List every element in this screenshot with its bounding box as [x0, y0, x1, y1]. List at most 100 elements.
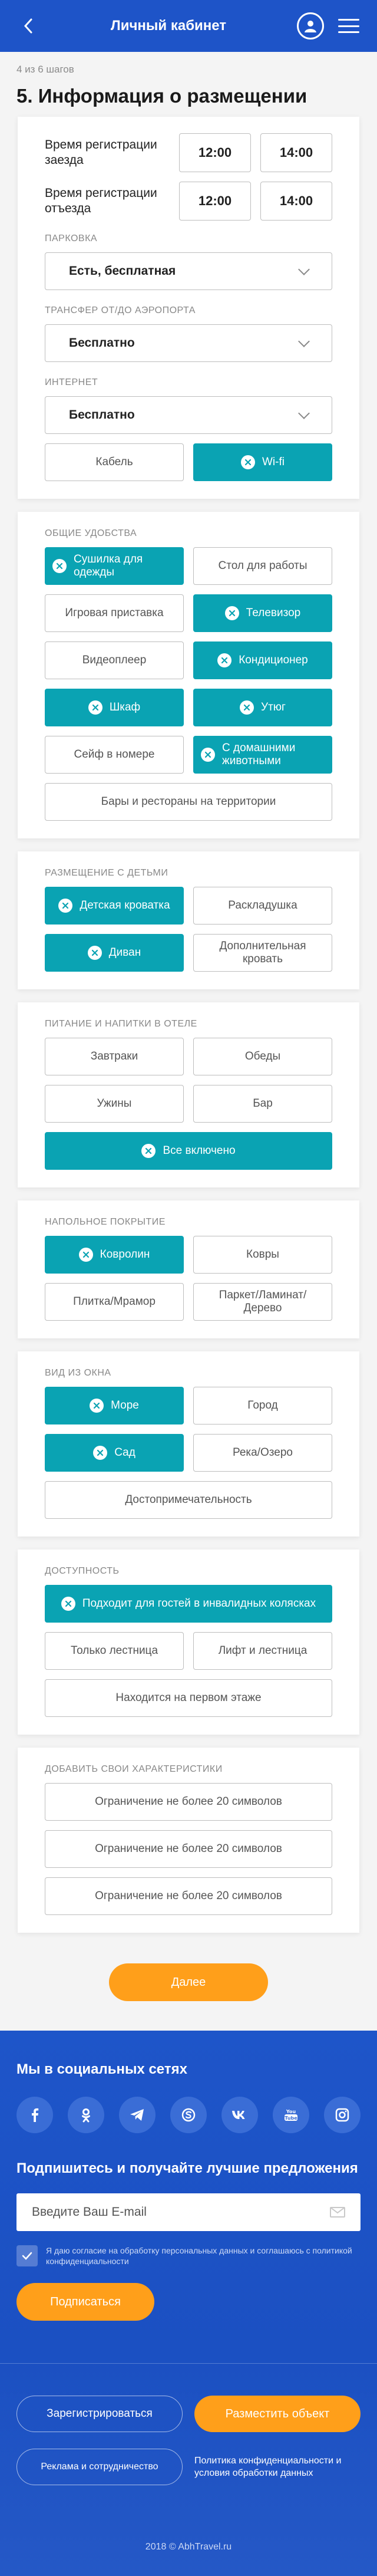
food-option[interactable]: Все включено: [45, 1132, 332, 1170]
amenities-option[interactable]: Сейф в номере: [45, 736, 184, 774]
instagram-icon: [335, 2108, 349, 2122]
amenities-option[interactable]: С домашними животными: [193, 736, 332, 774]
amenities-option[interactable]: Телевизор: [193, 594, 332, 632]
children-options: Детская кроватка Раскладушка Диван Дополнит…: [45, 887, 332, 972]
view-option[interactable]: Море: [45, 1387, 184, 1424]
checkin-label: Время регистрации заезда: [45, 138, 157, 167]
option-label: Стол для работы: [218, 560, 307, 572]
view-option[interactable]: Город: [193, 1387, 332, 1424]
back-button[interactable]: [16, 14, 40, 38]
floor-option[interactable]: Ковролин: [45, 1236, 184, 1274]
amenities-option[interactable]: Видеоплеер: [45, 641, 184, 679]
mail-icon: [330, 2207, 345, 2218]
internet-select[interactable]: Бесплатно: [45, 396, 332, 434]
option-label: Плитка/Мрамор: [73, 1295, 156, 1308]
view-option[interactable]: Сад: [45, 1434, 184, 1472]
youtube-icon: You Tube: [285, 2109, 297, 2121]
view-option[interactable]: Достопримечательность: [45, 1481, 332, 1519]
internet-option[interactable]: Wi-fi: [193, 443, 332, 481]
option-label: Кондиционер: [239, 654, 308, 666]
amenities-option[interactable]: Стол для работы: [193, 547, 332, 585]
remove-icon: [87, 946, 102, 960]
floor-option[interactable]: Ковры: [193, 1236, 332, 1274]
floor-option[interactable]: Паркет/Ламинат/ Дерево: [193, 1283, 332, 1321]
check-icon: [22, 2252, 32, 2260]
custom-input[interactable]: Ограничение не более 20 символов: [45, 1877, 332, 1915]
consent-checkbox[interactable]: [16, 2245, 38, 2266]
subscribe-button[interactable]: Подписаться: [16, 2283, 154, 2321]
remove-icon: [78, 1248, 93, 1262]
checkout-label: Время регистрации отъезда: [45, 186, 157, 215]
checkout-to-field[interactable]: 14:00: [260, 182, 332, 221]
view-label: ВИД ИЗ ОКНА: [45, 1368, 111, 1378]
menu-line: [338, 19, 359, 21]
amenities-option[interactable]: Кондиционер: [193, 641, 332, 679]
option-label: Детская кроватка: [80, 899, 170, 912]
children-option[interactable]: Дополнительная кровать: [193, 934, 332, 972]
remove-icon: [217, 653, 232, 667]
chevron-left-icon: [24, 18, 32, 34]
page-title: 5. Информация о размещении: [16, 85, 307, 107]
ads-button[interactable]: Реклама и сотрудничество: [16, 2449, 183, 2485]
place-object-button[interactable]: Разместить объект: [194, 2396, 361, 2432]
view-option[interactable]: Река/Озеро: [193, 1434, 332, 1472]
checkin-from-field[interactable]: 12:00: [179, 133, 251, 172]
children-option[interactable]: Детская кроватка: [45, 887, 184, 925]
transfer-select[interactable]: Бесплатно: [45, 324, 332, 362]
children-label: РАЗМЕЩЕНИЕ С ДЕТЬМИ: [45, 868, 168, 878]
checkin-to-field[interactable]: 14:00: [260, 133, 332, 172]
checkin-row: Время регистрации заезда 12:00 14:00: [45, 133, 332, 172]
card-children: РАЗМЕЩЕНИЕ С ДЕТЬМИ Детская кроватка Раск…: [18, 851, 359, 989]
amenities-option[interactable]: Сушилка для одежды: [45, 547, 184, 585]
instagram-link[interactable]: [324, 2097, 361, 2133]
amenities-option[interactable]: Бары и рестораны на территории: [45, 783, 332, 821]
children-option[interactable]: Диван: [45, 934, 184, 972]
card-food: ПИТАНИЕ И НАПИТКИ В ОТЕЛЕ Завтраки Обеды У…: [18, 1002, 359, 1187]
accessibility-option[interactable]: Лифт и лестница: [193, 1632, 332, 1670]
copyright: 2018 © AbhTravel.ru: [145, 2542, 232, 2552]
menu-button[interactable]: [337, 14, 361, 38]
custom-input[interactable]: Ограничение не более 20 символов: [45, 1783, 332, 1821]
user-button[interactable]: [296, 12, 324, 40]
option-label: Дополнительная кровать: [219, 940, 306, 965]
floor-option[interactable]: Плитка/Мрамор: [45, 1283, 184, 1321]
option-label: Кабель: [95, 456, 133, 468]
custom-label: ДОБАВИТЬ СВОИ ХАРАКТЕРИСТИКИ: [45, 1764, 223, 1774]
amenities-option[interactable]: Шкаф: [45, 689, 184, 726]
food-option[interactable]: Завтраки: [45, 1038, 184, 1075]
checkout-from-field[interactable]: 12:00: [179, 182, 251, 221]
option-label: Бар: [253, 1097, 273, 1110]
accessibility-option[interactable]: Находится на первом этаже: [45, 1679, 332, 1717]
food-option[interactable]: Обеды: [193, 1038, 332, 1075]
custom-input[interactable]: Ограничение не более 20 символов: [45, 1830, 332, 1868]
telegram-link[interactable]: [119, 2097, 156, 2133]
facebook-link[interactable]: [16, 2097, 53, 2133]
skype-link[interactable]: [170, 2097, 207, 2133]
amenities-option[interactable]: Игровая приставка: [45, 594, 184, 632]
accessibility-option[interactable]: Подходит для гостей в инвалидных коляска…: [45, 1585, 332, 1623]
parking-select[interactable]: Есть, бесплатная: [45, 252, 332, 290]
register-button[interactable]: Зарегистрироваться: [16, 2396, 183, 2432]
food-option[interactable]: Бар: [193, 1085, 332, 1123]
next-button[interactable]: Далее: [109, 1963, 268, 2001]
option-label: Все включено: [163, 1144, 236, 1157]
food-options: Завтраки Обеды Ужины Бар Все включено: [45, 1038, 332, 1170]
amenities-option[interactable]: Утюг: [193, 689, 332, 726]
option-label: Шкаф: [109, 701, 141, 713]
children-option[interactable]: Раскладушка: [193, 887, 332, 925]
footer-divider: [0, 2363, 377, 2364]
remove-icon: [90, 1399, 104, 1413]
youtube-link[interactable]: You Tube: [273, 2097, 309, 2133]
chevron-down-icon: [298, 335, 310, 347]
internet-option[interactable]: Кабель: [45, 443, 184, 481]
vk-link[interactable]: [221, 2097, 258, 2133]
footer: Мы в социальных сетях You Tube Подпишитес…: [0, 2031, 377, 2576]
email-field[interactable]: Введите Ваш E-mail: [16, 2193, 361, 2231]
policy-link[interactable]: Политика конфиденциальности и условия об…: [194, 2449, 361, 2485]
food-option[interactable]: Ужины: [45, 1085, 184, 1123]
odnoklassniki-link[interactable]: [68, 2097, 104, 2133]
email-placeholder: Введите Ваш E-mail: [32, 2205, 147, 2219]
option-label: Только лестница: [70, 1644, 158, 1657]
accessibility-option[interactable]: Только лестница: [45, 1632, 184, 1670]
option-label: Находится на первом этаже: [115, 1692, 262, 1704]
